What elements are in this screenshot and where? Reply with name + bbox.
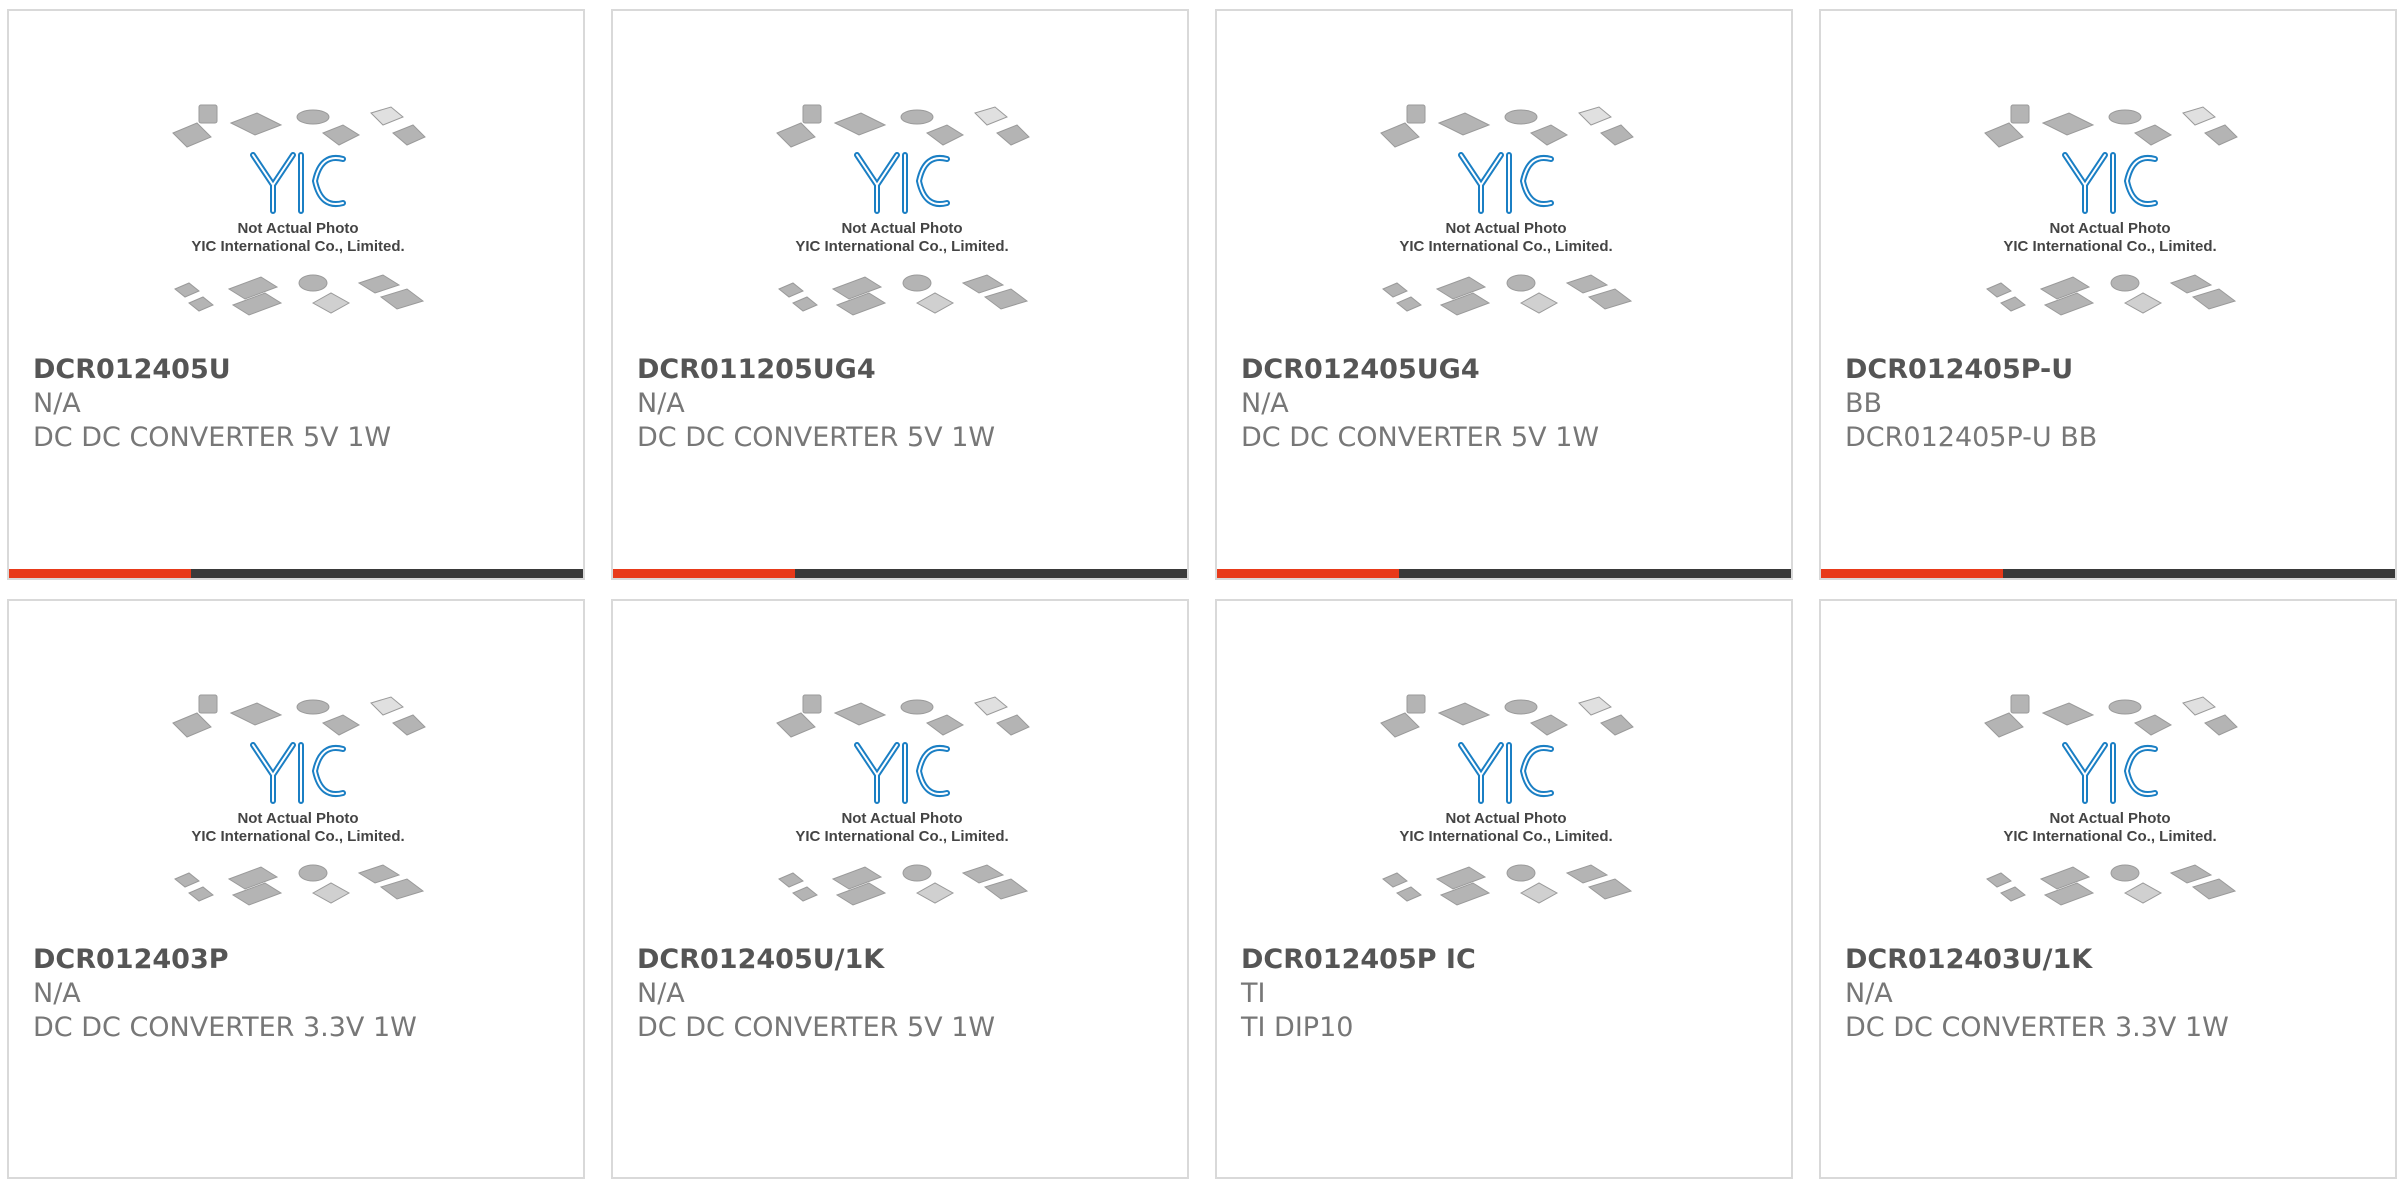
product-card[interactable]: Not Actual Photo YIC International Co., …: [7, 9, 585, 580]
manufacturer: N/A: [33, 388, 81, 419]
yic-logo-icon: [2062, 742, 2158, 804]
card-bottom-bar: [9, 569, 583, 578]
part-number[interactable]: DCR012405UG4: [1241, 354, 1480, 385]
product-card[interactable]: Not Actual Photo YIC International Co., …: [1819, 599, 2397, 1179]
svg-text:Not Actual Photo: Not Actual Photo: [1445, 810, 1566, 827]
not-actual-photo-image: Not Actual Photo YIC International Co., …: [1371, 683, 1641, 943]
svg-text:Not Actual Photo: Not Actual Photo: [841, 220, 962, 237]
yic-logo-icon: [854, 152, 950, 214]
part-number[interactable]: DCR011205UG4: [637, 354, 876, 385]
part-number[interactable]: DCR012405P-U: [1845, 354, 2073, 385]
yic-logo-icon: [1458, 152, 1554, 214]
part-number[interactable]: DCR012403U/1K: [1845, 944, 2092, 975]
not-actual-photo-image: Not Actual Photo YIC International Co., …: [1371, 93, 1641, 353]
card-bottom-bar: [613, 569, 1187, 578]
product-card[interactable]: Not Actual Photo YIC International Co., …: [1215, 599, 1793, 1179]
description: DC DC CONVERTER 5V 1W: [637, 422, 996, 453]
product-grid: Not Actual Photo YIC International Co., …: [0, 0, 2400, 1179]
svg-text:Not Actual Photo: Not Actual Photo: [1445, 220, 1566, 237]
svg-text:Not Actual Photo: Not Actual Photo: [237, 220, 358, 237]
svg-text:YIC International Co., Limited: YIC International Co., Limited.: [1399, 828, 1612, 845]
yic-logo-icon: [1458, 742, 1554, 804]
not-actual-photo-image: Not Actual Photo YIC International Co., …: [767, 683, 1037, 943]
svg-text:Not Actual Photo: Not Actual Photo: [2049, 810, 2170, 827]
manufacturer: N/A: [33, 978, 81, 1009]
description: DC DC CONVERTER 5V 1W: [1241, 422, 1600, 453]
manufacturer: BB: [1845, 388, 1883, 419]
manufacturer: N/A: [1845, 978, 1893, 1009]
svg-text:Not Actual Photo: Not Actual Photo: [2049, 220, 2170, 237]
description: DC DC CONVERTER 3.3V 1W: [1845, 1012, 2229, 1043]
manufacturer: TI: [1241, 978, 1266, 1009]
not-actual-photo-image: Not Actual Photo YIC International Co., …: [1975, 683, 2245, 943]
yic-logo-icon: [854, 742, 950, 804]
accent-bar: [1821, 569, 2003, 578]
product-card[interactable]: Not Actual Photo YIC International Co., …: [611, 9, 1189, 580]
product-card[interactable]: Not Actual Photo YIC International Co., …: [1215, 9, 1793, 580]
svg-text:YIC International Co., Limited: YIC International Co., Limited.: [1399, 238, 1612, 255]
svg-text:YIC International Co., Limited: YIC International Co., Limited.: [795, 828, 1008, 845]
yic-logo-icon: [2062, 152, 2158, 214]
manufacturer: N/A: [1241, 388, 1289, 419]
product-card[interactable]: Not Actual Photo YIC International Co., …: [7, 599, 585, 1179]
yic-logo-icon: [250, 742, 346, 804]
svg-text:Not Actual Photo: Not Actual Photo: [841, 810, 962, 827]
svg-text:YIC International Co., Limited: YIC International Co., Limited.: [191, 828, 404, 845]
not-actual-photo-image: Not Actual Photo YIC International Co., …: [163, 93, 433, 353]
not-actual-photo-image: Not Actual Photo YIC International Co., …: [163, 683, 433, 943]
part-number[interactable]: DCR012405U/1K: [637, 944, 884, 975]
accent-bar: [9, 569, 191, 578]
svg-text:YIC International Co., Limited: YIC International Co., Limited.: [795, 238, 1008, 255]
product-card[interactable]: Not Actual Photo YIC International Co., …: [611, 599, 1189, 1179]
card-bottom-bar: [1821, 569, 2395, 578]
description: DCR012405P-U BB: [1845, 422, 2098, 453]
svg-text:YIC International Co., Limited: YIC International Co., Limited.: [2003, 238, 2216, 255]
description: DC DC CONVERTER 5V 1W: [637, 1012, 996, 1043]
description: TI DIP10: [1241, 1012, 1354, 1043]
manufacturer: N/A: [637, 388, 685, 419]
accent-bar: [1217, 569, 1399, 578]
not-actual-photo-image: Not Actual Photo YIC International Co., …: [767, 93, 1037, 353]
yic-logo-icon: [250, 152, 346, 214]
description: DC DC CONVERTER 5V 1W: [33, 422, 392, 453]
accent-bar: [613, 569, 795, 578]
svg-text:YIC International Co., Limited: YIC International Co., Limited.: [2003, 828, 2216, 845]
description: DC DC CONVERTER 3.3V 1W: [33, 1012, 417, 1043]
part-number[interactable]: DCR012405U: [33, 354, 231, 385]
not-actual-photo-image: Not Actual Photo YIC International Co., …: [1975, 93, 2245, 353]
card-bottom-bar: [1217, 569, 1791, 578]
svg-text:YIC International Co., Limited: YIC International Co., Limited.: [191, 238, 404, 255]
manufacturer: N/A: [637, 978, 685, 1009]
part-number[interactable]: DCR012405P IC: [1241, 944, 1476, 975]
product-card[interactable]: Not Actual Photo YIC International Co., …: [1819, 9, 2397, 580]
part-number[interactable]: DCR012403P: [33, 944, 229, 975]
svg-text:Not Actual Photo: Not Actual Photo: [237, 810, 358, 827]
